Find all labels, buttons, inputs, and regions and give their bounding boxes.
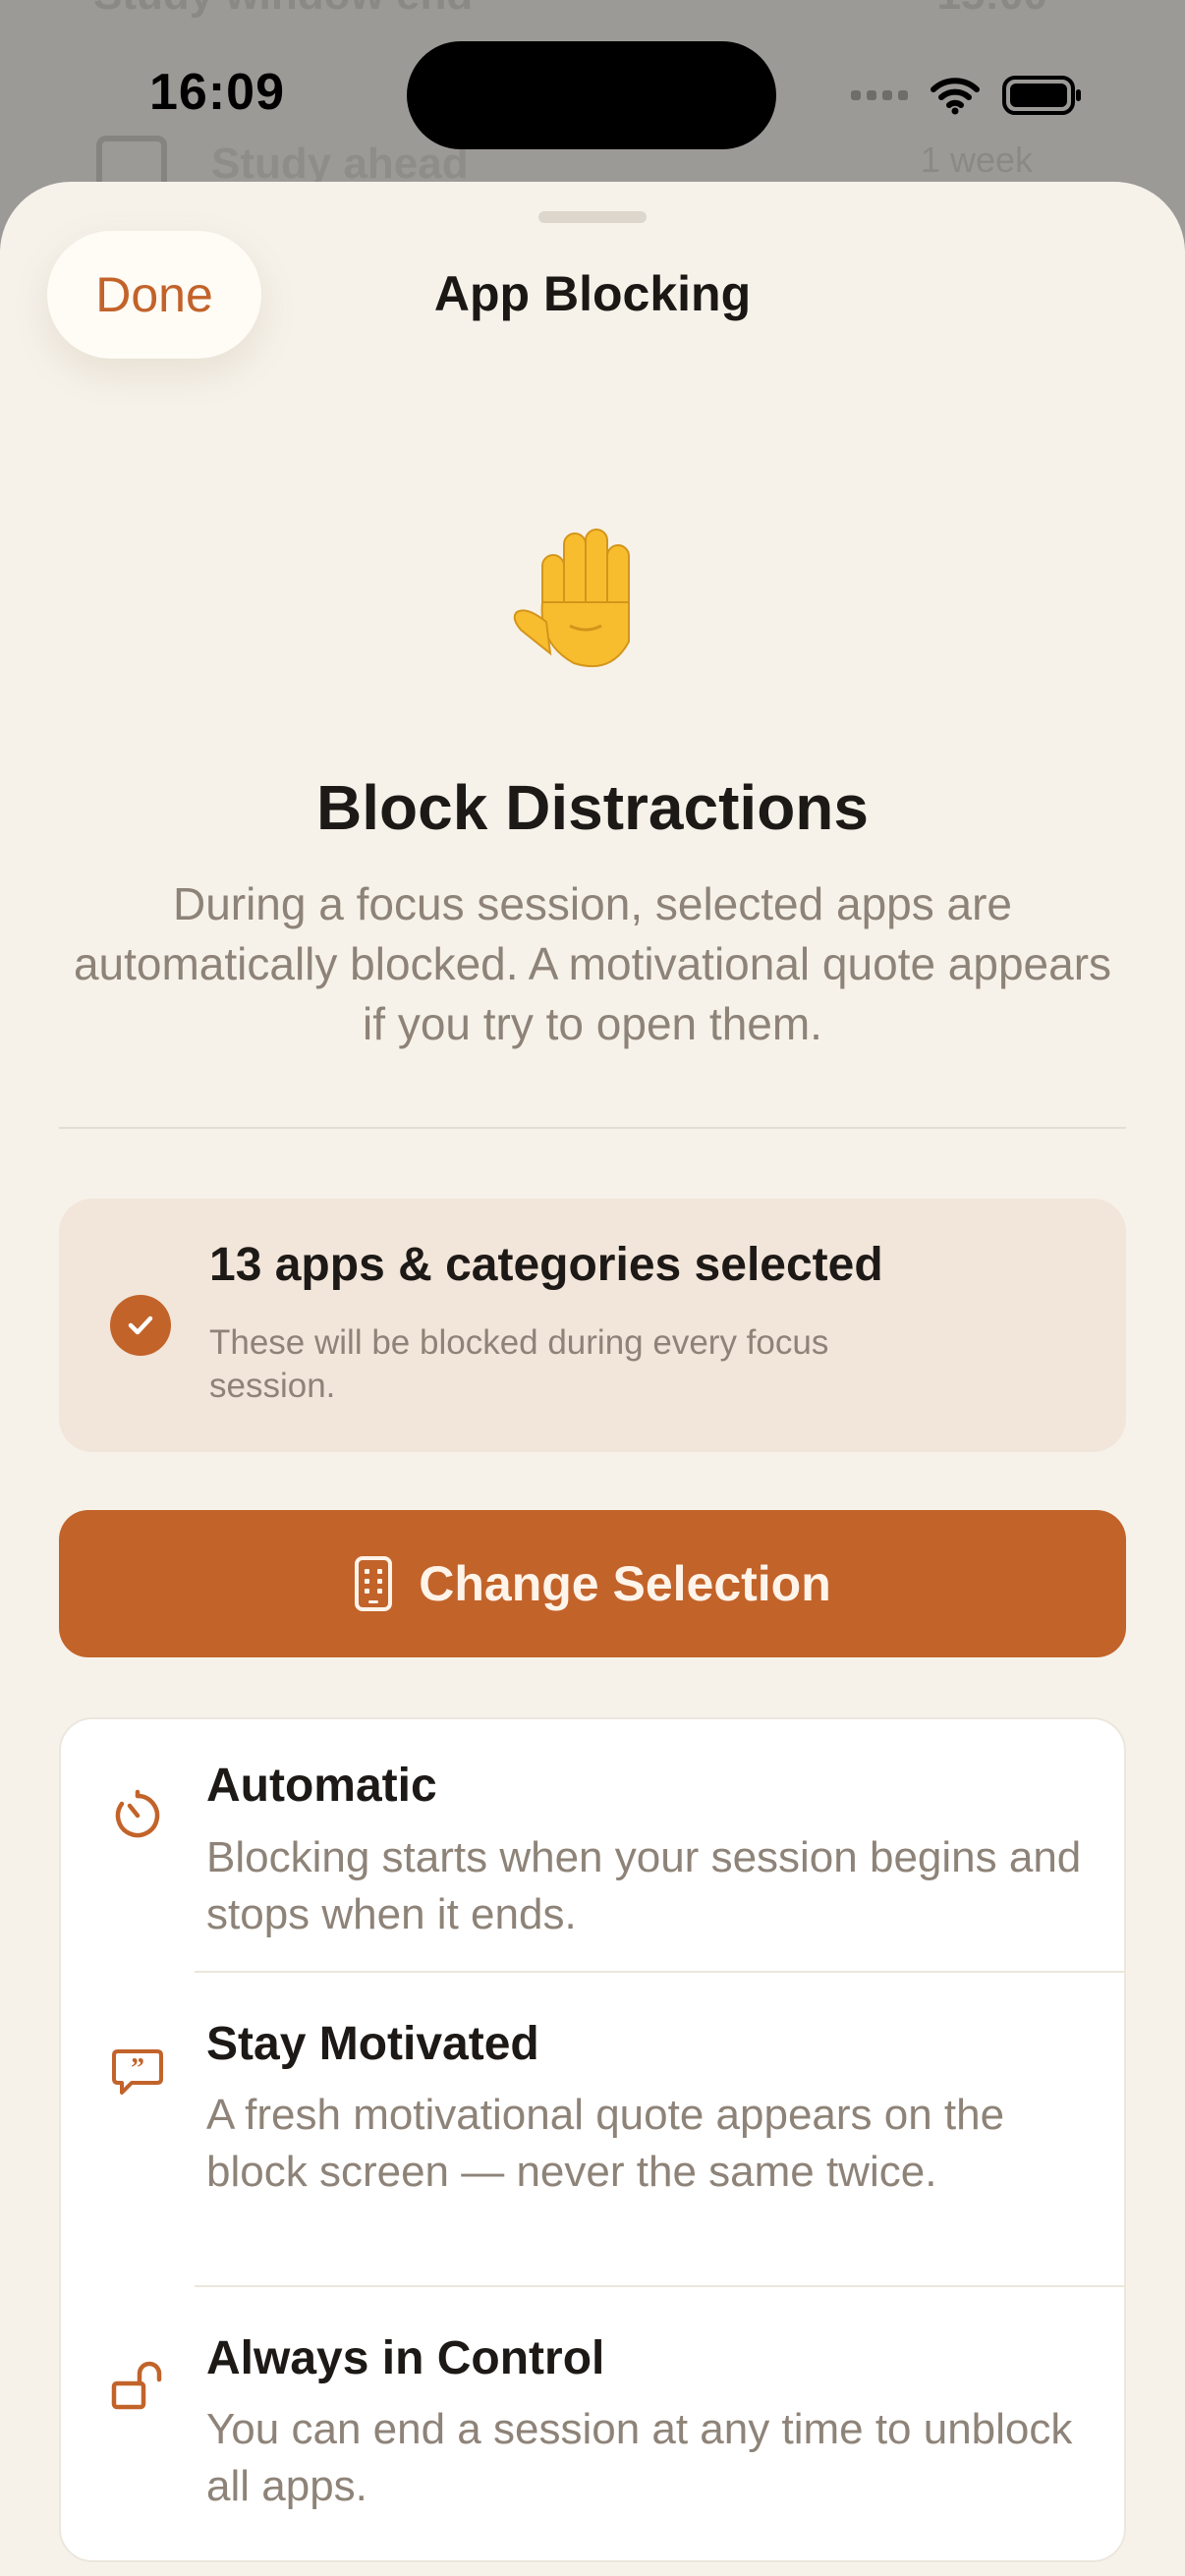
feature-description-stay-motivated: A fresh motivational quote appears on th… (206, 2091, 1005, 2196)
section-divider (59, 1127, 1126, 1129)
features-card: Automatic Blocking starts when your sess… (59, 1717, 1126, 2562)
timer-icon (115, 1789, 160, 1838)
change-selection-button[interactable]: Change Selection (59, 1510, 1126, 1657)
background-row-2-time: 1 week (920, 140, 1033, 180)
feature-description-always-in-control: You can end a session at any time to unb… (206, 2405, 1073, 2510)
feature-title-always-in-control: Always in Control (206, 2332, 605, 2384)
background-row-1: Study window end (93, 0, 473, 20)
sheet-title: App Blocking (433, 266, 752, 321)
sheet-grabber[interactable] (538, 211, 647, 223)
dynamic-island (407, 41, 776, 149)
change-selection-label: Change Selection (419, 1556, 831, 1611)
status-icons (851, 71, 1083, 120)
selection-summary-card: 13 apps & categories selected These will… (59, 1199, 1126, 1452)
hero-title: Block Distractions (316, 772, 869, 843)
feature-separator (195, 2285, 1124, 2287)
feature-title-stay-motivated: Stay Motivated (206, 2018, 539, 2070)
hero-description: During a focus session, selected apps ar… (73, 878, 1112, 1049)
selection-subtitle: These will be blocked during every focus… (209, 1323, 829, 1405)
cellular-signal-icon (851, 90, 908, 100)
unlock-icon (111, 2361, 162, 2410)
status-time: 16:09 (149, 64, 285, 121)
feature-description-automatic: Blocking starts when your session begins… (206, 1833, 1082, 1938)
app-blocking-sheet: Done App Blocking Block Distractions Dur… (0, 182, 1185, 2576)
svg-text:”: ” (131, 2053, 144, 2084)
feature-separator (195, 1971, 1124, 1973)
quote-bubble-icon: ” (112, 2049, 163, 2095)
background-row-1-time: 15:00 (936, 0, 1047, 20)
feature-title-automatic: Automatic (206, 1760, 437, 1812)
selection-title: 13 apps & categories selected (209, 1239, 883, 1291)
raised-hand-icon (513, 529, 630, 668)
phone-icon (355, 1556, 393, 1611)
battery-icon (1002, 76, 1081, 115)
wifi-icon (931, 78, 980, 115)
checkmark-icon (110, 1295, 171, 1356)
